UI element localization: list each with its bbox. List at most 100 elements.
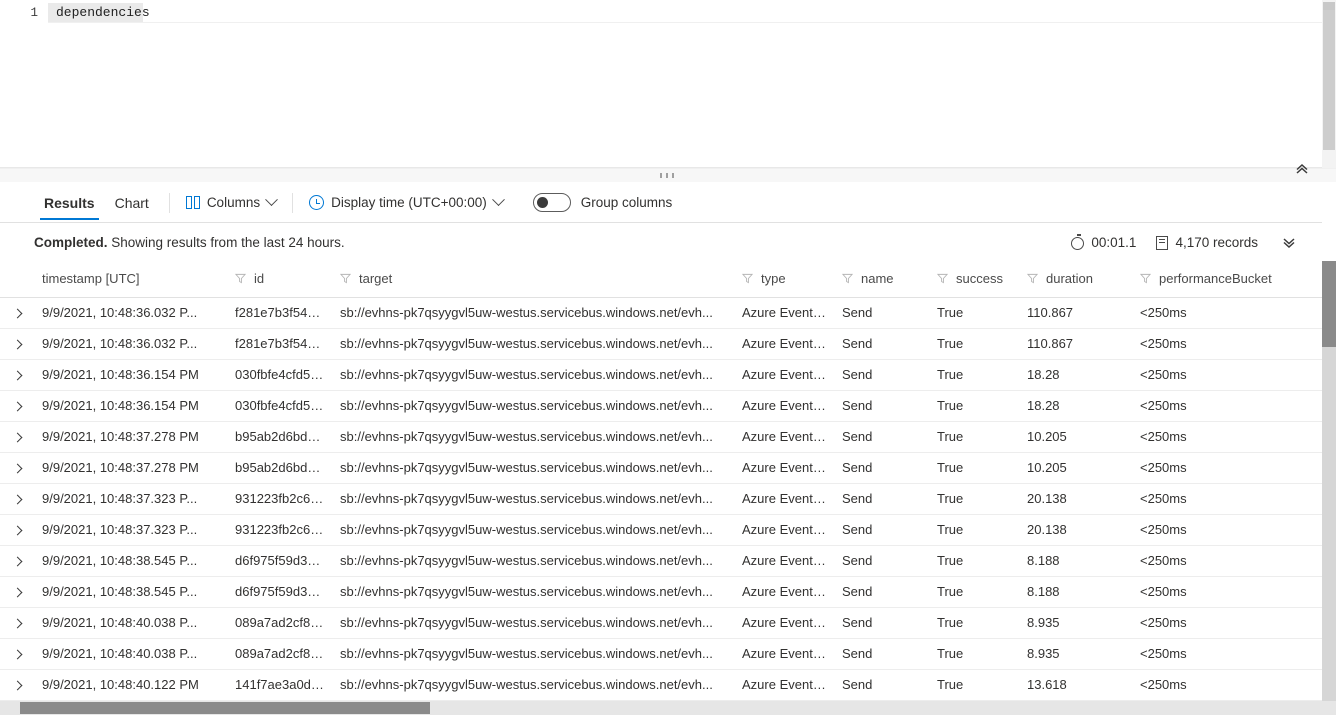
cell-performancebucket[interactable]: <250ms — [1132, 545, 1322, 577]
cell-performancebucket[interactable]: <250ms — [1132, 607, 1322, 639]
cell-type[interactable]: Azure Event H... — [734, 297, 834, 329]
cell-timestamp[interactable]: 9/9/2021, 10:48:36.154 PM — [34, 390, 227, 422]
cell-target[interactable]: sb://evhns-pk7qsyygvl5uw-westus.serviceb… — [332, 545, 734, 577]
cell-performancebucket[interactable]: <250ms — [1132, 638, 1322, 670]
grid-vertical-scrollbar-thumb[interactable] — [1322, 261, 1336, 347]
cell-type[interactable]: Azure Event H... — [734, 359, 834, 391]
grid-header-target[interactable]: target — [332, 261, 734, 298]
cell-name[interactable]: Send — [834, 359, 929, 391]
cell-type[interactable]: Azure Event H... — [734, 328, 834, 360]
cell-duration[interactable]: 20.138 — [1019, 514, 1132, 546]
cell-duration[interactable]: 110.867 — [1019, 328, 1132, 360]
filter-icon[interactable] — [842, 273, 853, 284]
cell-success[interactable]: True — [929, 576, 1019, 608]
cell-id[interactable]: d6f975f59d3a4... — [227, 545, 332, 577]
cell-duration[interactable]: 13.618 — [1019, 669, 1132, 701]
cell-type[interactable]: Azure Event H... — [734, 638, 834, 670]
cell-performancebucket[interactable]: <250ms — [1132, 669, 1322, 701]
row-expander-button[interactable] — [0, 483, 34, 515]
table-row[interactable]: 9/9/2021, 10:48:37.323 P... 931223fb2c633… — [0, 514, 1322, 546]
cell-id[interactable]: 089a7ad2cf8b8... — [227, 607, 332, 639]
table-row[interactable]: 9/9/2021, 10:48:40.038 P... 089a7ad2cf8b8… — [0, 638, 1322, 670]
row-expander-button[interactable] — [0, 390, 34, 422]
cell-id[interactable]: 030fbfe4cfd55... — [227, 359, 332, 391]
query-editor-line[interactable]: 1 dependencies — [0, 3, 1336, 23]
cell-timestamp[interactable]: 9/9/2021, 10:48:36.032 P... — [34, 328, 227, 360]
cell-duration[interactable]: 8.935 — [1019, 638, 1132, 670]
cell-success[interactable]: True — [929, 607, 1019, 639]
table-row[interactable]: 9/9/2021, 10:48:36.154 PM 030fbfe4cfd55..… — [0, 359, 1322, 391]
collapse-editor-button[interactable] — [1290, 158, 1314, 180]
cell-name[interactable]: Send — [834, 421, 929, 453]
grid-header-type[interactable]: type — [734, 261, 834, 298]
cell-name[interactable]: Send — [834, 669, 929, 701]
grid-header-timestamp[interactable]: timestamp [UTC] — [34, 261, 227, 298]
cell-performancebucket[interactable]: <250ms — [1132, 359, 1322, 391]
cell-type[interactable]: Azure Event H... — [734, 483, 834, 515]
row-expander-button[interactable] — [0, 638, 34, 670]
cell-performancebucket[interactable]: <250ms — [1132, 514, 1322, 546]
row-expander-button[interactable] — [0, 421, 34, 453]
cell-id[interactable]: 931223fb2c633... — [227, 514, 332, 546]
cell-type[interactable]: Azure Event H... — [734, 607, 834, 639]
grid-header-name[interactable]: name — [834, 261, 929, 298]
cell-duration[interactable]: 10.205 — [1019, 452, 1132, 484]
cell-timestamp[interactable]: 9/9/2021, 10:48:37.278 PM — [34, 421, 227, 453]
cell-target[interactable]: sb://evhns-pk7qsyygvl5uw-westus.serviceb… — [332, 669, 734, 701]
cell-name[interactable]: Send — [834, 576, 929, 608]
grid-header-performancebucket[interactable]: performanceBucket — [1132, 261, 1322, 298]
cell-name[interactable]: Send — [834, 390, 929, 422]
splitter-grip-icon[interactable] — [660, 173, 674, 178]
cell-duration[interactable]: 8.935 — [1019, 607, 1132, 639]
cell-id[interactable]: d6f975f59d3a4... — [227, 576, 332, 608]
table-row[interactable]: 9/9/2021, 10:48:37.278 PM b95ab2d6bdcd...… — [0, 452, 1322, 484]
row-expander-button[interactable] — [0, 607, 34, 639]
cell-target[interactable]: sb://evhns-pk7qsyygvl5uw-westus.serviceb… — [332, 297, 734, 329]
cell-type[interactable]: Azure Event H... — [734, 545, 834, 577]
cell-id[interactable]: b95ab2d6bdcd... — [227, 421, 332, 453]
cell-timestamp[interactable]: 9/9/2021, 10:48:37.278 PM — [34, 452, 227, 484]
table-row[interactable]: 9/9/2021, 10:48:37.323 P... 931223fb2c633… — [0, 483, 1322, 515]
pane-splitter[interactable] — [0, 168, 1336, 182]
cell-duration[interactable]: 110.867 — [1019, 297, 1132, 329]
query-text[interactable]: dependencies — [48, 3, 1336, 23]
cell-performancebucket[interactable]: <250ms — [1132, 421, 1322, 453]
cell-target[interactable]: sb://evhns-pk7qsyygvl5uw-westus.serviceb… — [332, 421, 734, 453]
row-expander-button[interactable] — [0, 669, 34, 701]
cell-target[interactable]: sb://evhns-pk7qsyygvl5uw-westus.serviceb… — [332, 638, 734, 670]
cell-target[interactable]: sb://evhns-pk7qsyygvl5uw-westus.serviceb… — [332, 452, 734, 484]
cell-duration[interactable]: 10.205 — [1019, 421, 1132, 453]
row-expander-button[interactable] — [0, 576, 34, 608]
cell-name[interactable]: Send — [834, 514, 929, 546]
filter-icon[interactable] — [340, 273, 351, 284]
cell-id[interactable]: f281e7b3f54e9... — [227, 297, 332, 329]
cell-performancebucket[interactable]: <250ms — [1132, 328, 1322, 360]
cell-type[interactable]: Azure Event H... — [734, 514, 834, 546]
filter-icon[interactable] — [937, 273, 948, 284]
grid-header-success[interactable]: success — [929, 261, 1019, 298]
cell-timestamp[interactable]: 9/9/2021, 10:48:40.038 P... — [34, 607, 227, 639]
cell-timestamp[interactable]: 9/9/2021, 10:48:36.032 P... — [34, 297, 227, 329]
cell-success[interactable]: True — [929, 669, 1019, 701]
row-expander-button[interactable] — [0, 545, 34, 577]
cell-performancebucket[interactable]: <250ms — [1132, 452, 1322, 484]
cell-target[interactable]: sb://evhns-pk7qsyygvl5uw-westus.serviceb… — [332, 390, 734, 422]
cell-success[interactable]: True — [929, 452, 1019, 484]
cell-id[interactable]: 931223fb2c633... — [227, 483, 332, 515]
cell-success[interactable]: True — [929, 390, 1019, 422]
cell-success[interactable]: True — [929, 545, 1019, 577]
display-time-button[interactable]: Display time (UTC+00:00) — [303, 188, 509, 218]
editor-vertical-scrollbar-thumb[interactable] — [1323, 10, 1335, 150]
grid-header-id[interactable]: id — [227, 261, 332, 298]
editor-scrollbar-top-marker[interactable] — [1323, 2, 1335, 10]
cell-type[interactable]: Azure Event H... — [734, 576, 834, 608]
row-expander-button[interactable] — [0, 359, 34, 391]
row-expander-button[interactable] — [0, 452, 34, 484]
cell-name[interactable]: Send — [834, 545, 929, 577]
table-row[interactable]: 9/9/2021, 10:48:40.038 P... 089a7ad2cf8b8… — [0, 607, 1322, 639]
row-expander-button[interactable] — [0, 328, 34, 360]
filter-icon[interactable] — [235, 273, 246, 284]
table-row[interactable]: 9/9/2021, 10:48:37.278 PM b95ab2d6bdcd...… — [0, 421, 1322, 453]
cell-timestamp[interactable]: 9/9/2021, 10:48:40.038 P... — [34, 638, 227, 670]
cell-duration[interactable]: 18.28 — [1019, 359, 1132, 391]
